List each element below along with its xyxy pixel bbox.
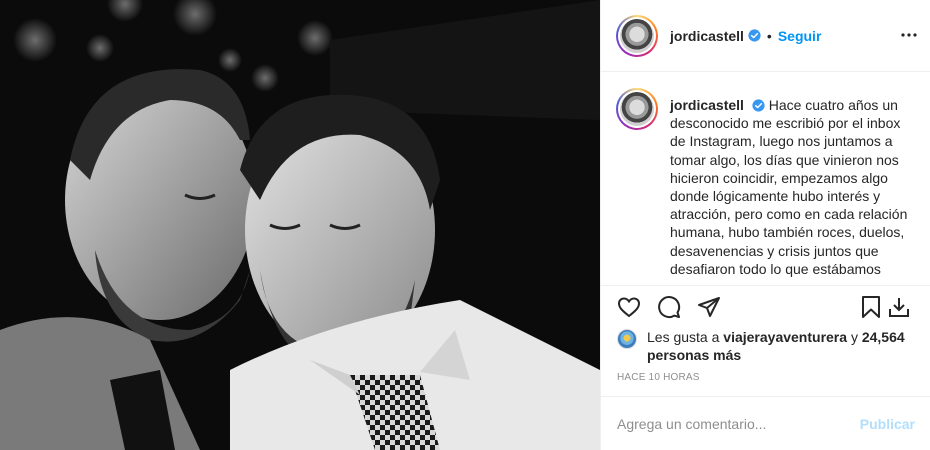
caption-author-avatar[interactable] [616,88,658,130]
caption-body: Hace cuatro años un desconocido me escri… [670,97,908,277]
caption-username[interactable]: jordicastell [670,97,744,113]
comment-input[interactable] [617,415,860,432]
heart-icon[interactable] [617,295,641,319]
liker-avatar[interactable] [617,329,637,349]
likes-prefix: Les gusta a [647,329,720,345]
download-icon[interactable] [887,295,911,319]
liker-username[interactable]: viajerayaventurera [723,329,847,345]
more-options-icon[interactable] [901,28,917,42]
follow-button[interactable]: Seguir [778,28,822,44]
instagram-post: jordicastell • Seguir jordicastell Hace … [0,0,930,450]
post-side-panel: jordicastell • Seguir jordicastell Hace … [600,0,930,450]
comment-icon[interactable] [657,295,681,319]
post-photo[interactable] [0,0,600,450]
share-icon[interactable] [697,295,721,319]
comment-box: Publicar [601,396,930,450]
author-avatar-image [620,18,654,53]
photo-image [0,0,600,450]
likes-section: Les gusta a viajerayaventurera y 24,564 … [617,328,917,364]
header-separator: • [766,27,772,44]
author-username[interactable]: jordicastell [670,28,744,44]
verified-badge-icon [752,99,765,112]
publish-button[interactable]: Publicar [860,416,915,432]
bookmark-icon[interactable] [859,295,883,319]
author-avatar[interactable] [616,14,658,57]
verified-badge-icon [748,29,761,42]
post-header: jordicastell • Seguir [601,0,930,72]
caption-section: jordicastell Hace cuatro años un descono… [601,72,930,285]
likes-connector: y [850,329,858,345]
caption-text: jordicastell Hace cuatro años un descono… [670,96,915,285]
action-bar [601,285,930,328]
post-timestamp[interactable]: HACE 10 HORAS [617,372,700,383]
